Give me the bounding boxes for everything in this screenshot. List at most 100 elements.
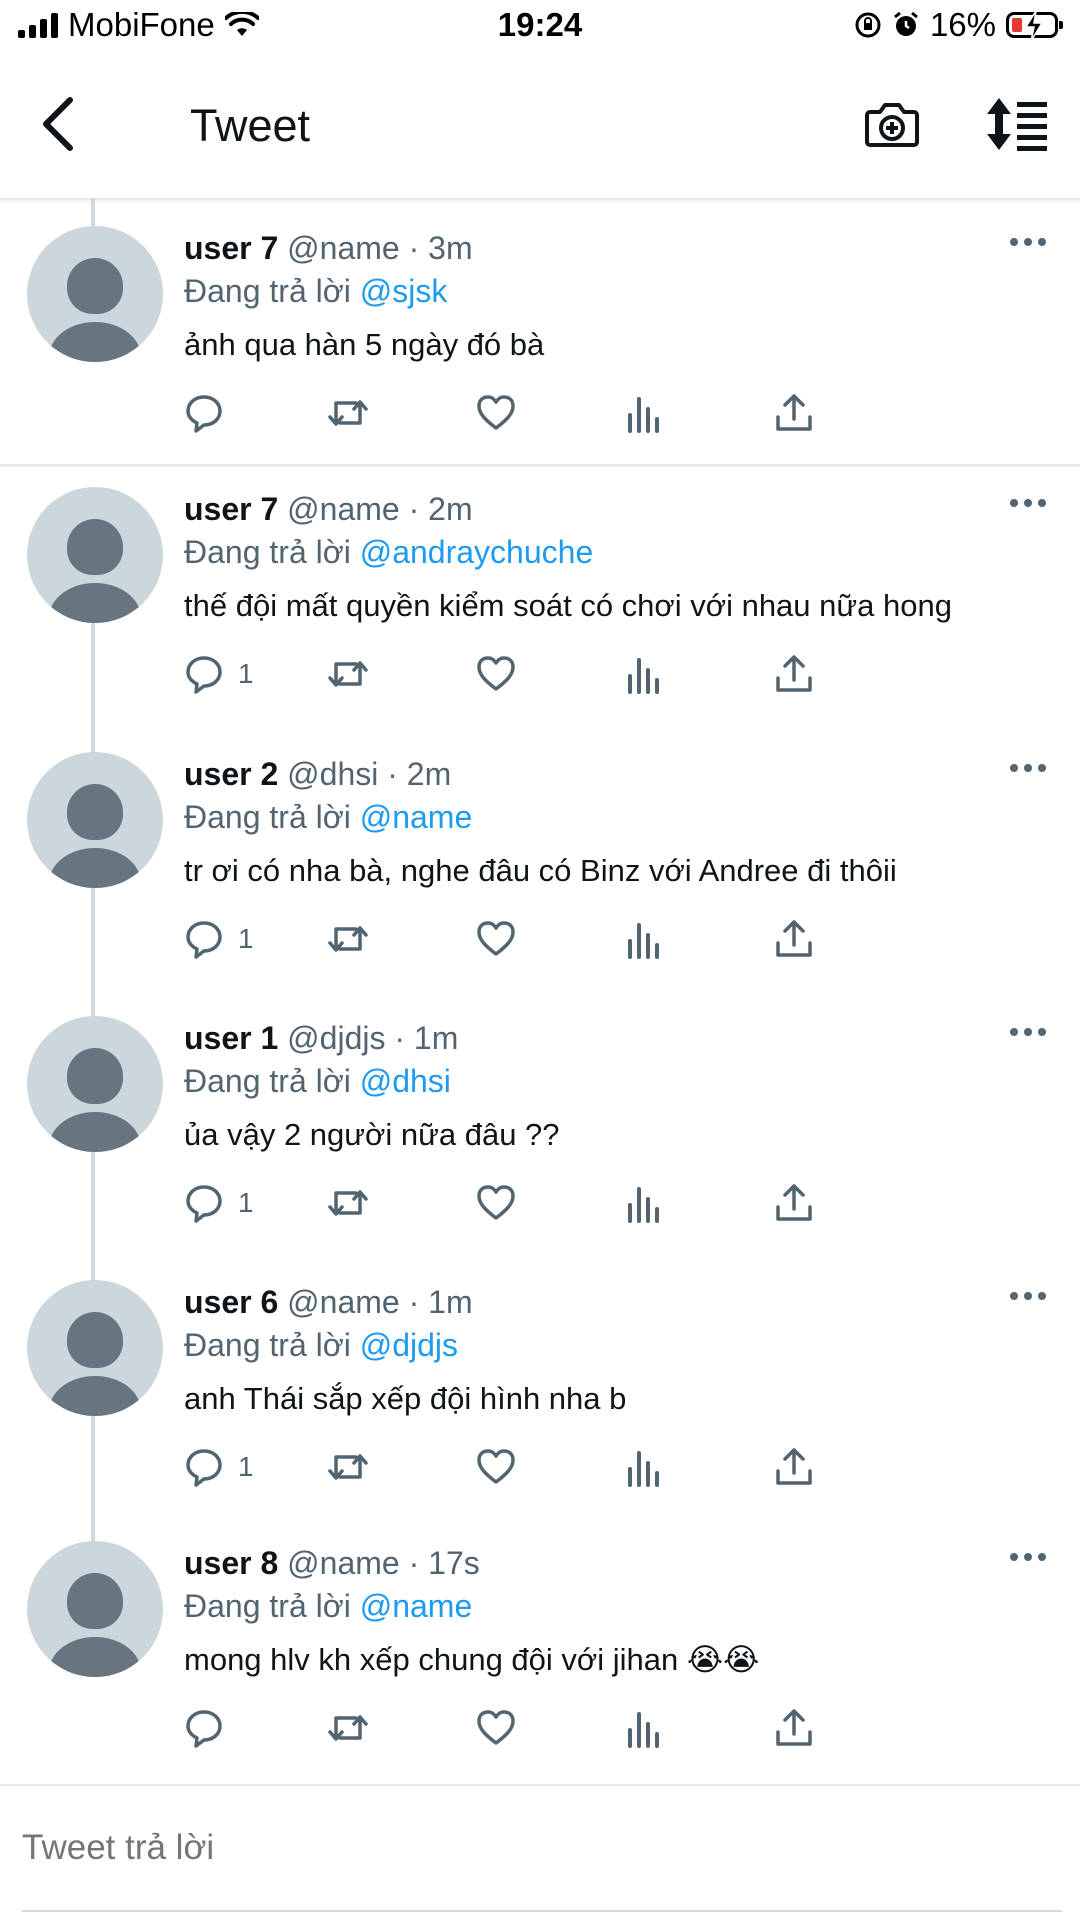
top-navigation-bar: Tweet: [0, 54, 1080, 200]
analytics-button[interactable]: [626, 649, 662, 699]
like-button[interactable]: [476, 388, 516, 438]
heart-icon: [477, 395, 515, 430]
replying-prefix: Đang trả lời: [184, 1327, 351, 1363]
status-bar: MobiFone 19:24 16%: [0, 0, 1080, 54]
avatar[interactable]: [27, 226, 163, 362]
page-title: Tweet: [190, 100, 311, 151]
retweet-button[interactable]: [326, 649, 370, 699]
tweet[interactable]: user 6 @name · 1m Đang trả lời @djdjs an…: [0, 1254, 1080, 1514]
tweet-time: · 2m: [387, 756, 452, 792]
tweet[interactable]: user 8 @name · 17s Đang trả lời @name mo…: [0, 1515, 1080, 1775]
orientation-lock-icon: [855, 12, 881, 38]
retweet-button[interactable]: [326, 914, 370, 964]
heart-icon: [477, 1449, 515, 1484]
analytics-button[interactable]: [626, 1703, 662, 1753]
retweet-button[interactable]: [326, 1442, 370, 1492]
battery-icon: [1006, 10, 1063, 42]
tweet-time: · 2m: [408, 491, 473, 527]
reply-button[interactable]: [184, 388, 238, 438]
like-button[interactable]: [476, 914, 516, 964]
avatar[interactable]: [27, 752, 163, 888]
retweet-button[interactable]: [326, 388, 370, 438]
avatar[interactable]: [27, 487, 163, 623]
tweet[interactable]: user 7 @name · 3m Đang trả lời @sjsk ảnh…: [0, 200, 1080, 460]
retweet-icon: [328, 926, 368, 952]
like-button[interactable]: [476, 649, 516, 699]
analytics-icon: [628, 1712, 659, 1748]
like-button[interactable]: [476, 1703, 516, 1753]
back-chevron-icon[interactable]: [38, 96, 78, 152]
share-button[interactable]: [774, 649, 814, 699]
reply-button[interactable]: 1: [184, 914, 254, 964]
tweet-text: ủa vậy 2 người nữa đâu ??: [184, 1117, 560, 1152]
tweet-text: ảnh qua hàn 5 ngày đó bà: [184, 327, 545, 362]
retweet-button[interactable]: [326, 1703, 370, 1753]
like-button[interactable]: [476, 1178, 516, 1228]
reply-input[interactable]: [22, 1828, 1022, 1868]
replying-prefix: Đang trả lời: [184, 1063, 351, 1099]
reply-count: 1: [238, 923, 254, 954]
retweet-icon: [328, 1454, 368, 1480]
reply-button[interactable]: 1: [184, 1442, 254, 1492]
tweet-actions: [184, 388, 964, 438]
analytics-button[interactable]: [626, 1442, 662, 1492]
more-options-icon[interactable]: [1008, 1024, 1048, 1040]
mention-link[interactable]: @name: [360, 1588, 473, 1624]
share-icon: [776, 920, 812, 957]
more-options-icon[interactable]: [1008, 495, 1048, 511]
reply-button[interactable]: 1: [184, 1178, 254, 1228]
user-name[interactable]: user 6: [184, 1284, 278, 1320]
retweet-button[interactable]: [326, 1178, 370, 1228]
user-name[interactable]: user 8: [184, 1545, 278, 1581]
replying-prefix: Đang trả lời: [184, 1588, 351, 1624]
mention-link[interactable]: @dhsi: [360, 1063, 451, 1099]
reply-underline: [22, 1910, 1062, 1912]
reply-icon: [186, 921, 222, 959]
share-button[interactable]: [774, 914, 814, 964]
reply-count: 1: [238, 658, 254, 689]
mention-link[interactable]: @sjsk: [360, 273, 448, 309]
camera-plus-icon[interactable]: [864, 96, 920, 152]
reply-button[interactable]: 1: [184, 649, 254, 699]
like-button[interactable]: [476, 1442, 516, 1492]
user-handle: @dhsi: [287, 756, 379, 792]
share-icon: [776, 1709, 812, 1746]
avatar[interactable]: [27, 1016, 163, 1152]
reply-button[interactable]: [184, 1703, 238, 1753]
tweet[interactable]: user 1 @djdjs · 1m Đang trả lời @dhsi ủa…: [0, 990, 1080, 1250]
more-options-icon[interactable]: [1008, 1549, 1048, 1565]
user-name[interactable]: user 7: [184, 230, 278, 266]
share-button[interactable]: [774, 388, 814, 438]
replying-to: Đang trả lời @andraychuche: [184, 534, 593, 571]
share-button[interactable]: [774, 1442, 814, 1492]
more-options-icon[interactable]: [1008, 1288, 1048, 1304]
mention-link[interactable]: @djdjs: [360, 1327, 458, 1363]
heart-icon: [477, 921, 515, 956]
tweet-time: · 1m: [394, 1020, 459, 1056]
user-name[interactable]: user 7: [184, 491, 278, 527]
user-handle: @name: [287, 230, 400, 266]
more-options-icon[interactable]: [1008, 234, 1048, 250]
analytics-button[interactable]: [626, 388, 662, 438]
tweet-text: anh Thái sắp xếp đội hình nha b: [184, 1381, 627, 1416]
user-name[interactable]: user 2: [184, 756, 278, 792]
reply-icon: [186, 1449, 222, 1487]
sort-icon[interactable]: [985, 96, 1049, 152]
share-icon: [776, 394, 812, 431]
user-name[interactable]: user 1: [184, 1020, 278, 1056]
tweet-meta: user 8 @name · 17s: [184, 1545, 480, 1582]
more-options-icon[interactable]: [1008, 760, 1048, 776]
retweet-icon: [328, 661, 368, 687]
reply-count: 1: [238, 1187, 254, 1218]
avatar[interactable]: [27, 1541, 163, 1677]
tweet[interactable]: user 7 @name · 2m Đang trả lời @andraych…: [0, 461, 1080, 721]
tweet[interactable]: user 2 @dhsi · 2m Đang trả lời @name tr …: [0, 726, 1080, 986]
status-right: 16%: [854, 6, 1063, 44]
mention-link[interactable]: @name: [360, 799, 473, 835]
share-button[interactable]: [774, 1703, 814, 1753]
mention-link[interactable]: @andraychuche: [360, 534, 594, 570]
share-button[interactable]: [774, 1178, 814, 1228]
avatar[interactable]: [27, 1280, 163, 1416]
analytics-button[interactable]: [626, 1178, 662, 1228]
analytics-button[interactable]: [626, 914, 662, 964]
